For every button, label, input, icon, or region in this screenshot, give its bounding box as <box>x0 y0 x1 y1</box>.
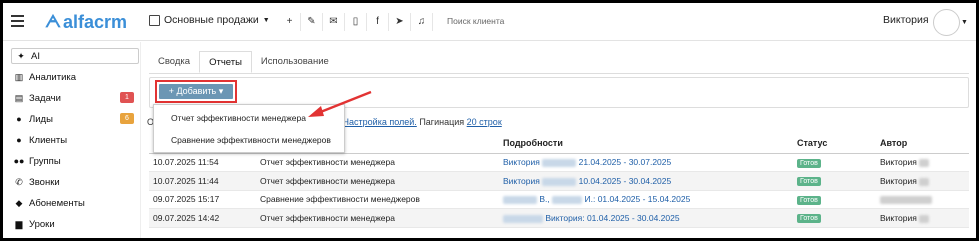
annotation-arrow <box>308 90 372 117</box>
app-window: ᗅ alfacrm Основные продажи ▼ + ✎ ✉ ▯ f ➤… <box>0 0 979 241</box>
